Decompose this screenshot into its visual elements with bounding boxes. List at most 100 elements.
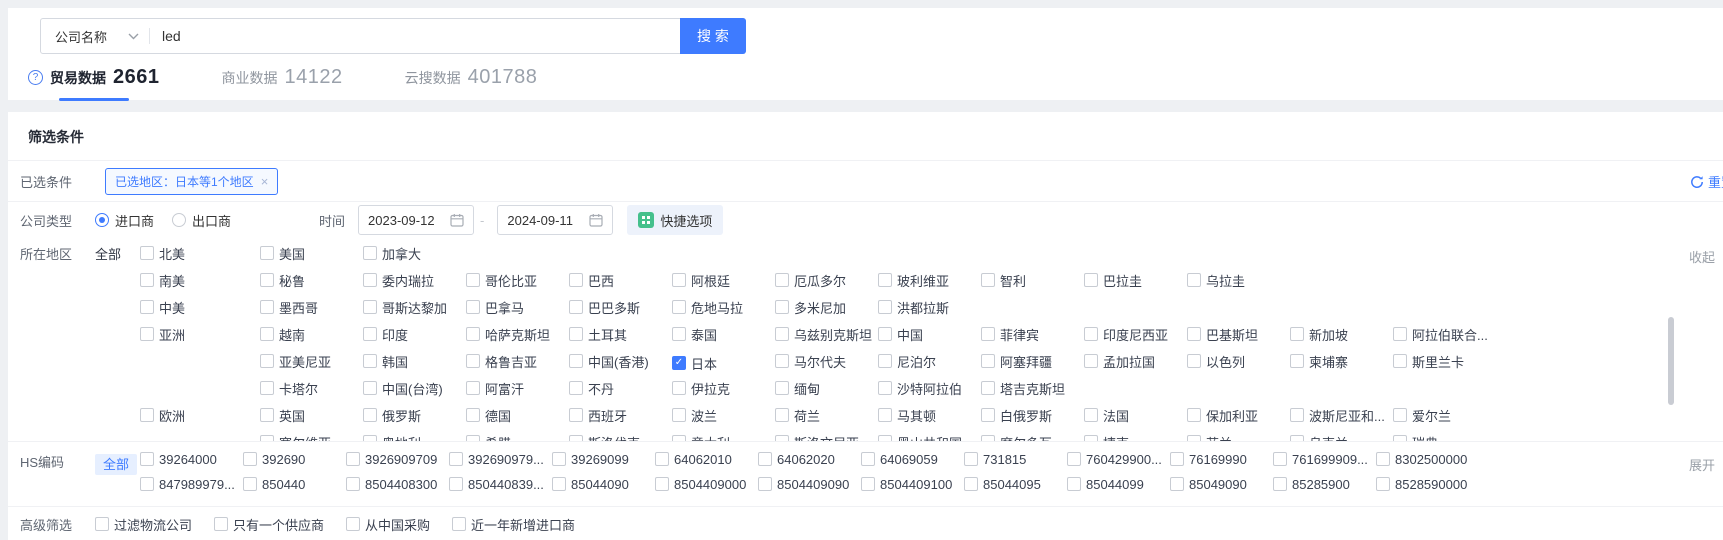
hs-code-option[interactable]: 8504408300 — [346, 477, 437, 492]
region-option[interactable]: 奥地利 — [363, 433, 421, 441]
hs-code-option[interactable]: 64062010 — [655, 452, 732, 467]
region-option[interactable]: 荷兰 — [775, 406, 820, 425]
hs-code-option[interactable]: 8504409100 — [861, 477, 952, 492]
region-option[interactable]: 加拿大 — [363, 244, 421, 263]
region-option[interactable]: 马尔代夫 — [775, 352, 846, 371]
region-option[interactable]: 斯里兰卡 — [1393, 352, 1464, 371]
region-option[interactable]: 越南 — [260, 325, 305, 344]
hs-code-option[interactable]: 8302500000 — [1376, 452, 1467, 467]
scrollbar-thumb[interactable] — [1668, 317, 1674, 405]
region-option[interactable]: 智利 — [981, 271, 1026, 290]
region-option[interactable]: 以色列 — [1187, 352, 1245, 371]
region-option[interactable]: 沙特阿拉伯 — [878, 379, 962, 398]
region-option[interactable]: 哥伦比亚 — [466, 271, 537, 290]
hs-code-option[interactable]: 85049090 — [1170, 477, 1247, 492]
region-option[interactable]: 爱尔兰 — [1393, 406, 1451, 425]
region-option[interactable]: 哥斯达黎加 — [363, 298, 447, 317]
region-option[interactable]: 卡塔尔 — [260, 379, 318, 398]
region-option[interactable]: 格鲁吉亚 — [466, 352, 537, 371]
region-all-button[interactable]: 全部 — [95, 241, 140, 441]
region-option[interactable]: 中国(香港) — [569, 352, 649, 371]
hs-code-option[interactable]: 3926909709 — [346, 452, 437, 467]
region-option[interactable]: 土耳其 — [569, 325, 627, 344]
region-option[interactable]: 阿根廷 — [672, 271, 730, 290]
search-input[interactable] — [150, 19, 681, 53]
hs-code-option[interactable]: 8504409090 — [758, 477, 849, 492]
radio-importer[interactable]: 进口商 — [95, 211, 154, 230]
region-option[interactable]: ✓日本 — [672, 354, 717, 373]
region-option[interactable]: 保加利亚 — [1187, 406, 1258, 425]
region-option[interactable]: 墨西哥 — [260, 298, 318, 317]
region-option[interactable]: 塞尔维亚 — [260, 433, 331, 441]
hs-all-button[interactable]: 全部 — [95, 451, 140, 478]
region-group-option[interactable]: 中美 — [140, 298, 185, 317]
region-option[interactable]: 厄瓜多尔 — [775, 271, 846, 290]
region-option[interactable]: 斯洛伐克 — [569, 433, 640, 441]
region-group-option[interactable]: 欧洲 — [140, 406, 185, 425]
region-option[interactable]: 多米尼加 — [775, 298, 846, 317]
hs-code-option[interactable]: 392690979... — [449, 452, 544, 467]
hs-code-option[interactable]: 76169990 — [1170, 452, 1247, 467]
region-option[interactable]: 俄罗斯 — [363, 406, 421, 425]
hs-code-option[interactable]: 64069059 — [861, 452, 938, 467]
region-option[interactable]: 新加坡 — [1290, 325, 1348, 344]
region-option[interactable]: 西班牙 — [569, 406, 627, 425]
hs-code-option[interactable]: 731815 — [964, 452, 1026, 467]
region-option[interactable]: 希腊 — [466, 433, 511, 441]
hs-code-option[interactable]: 85044090 — [552, 477, 629, 492]
region-option[interactable]: 巴拉圭 — [1084, 271, 1142, 290]
tab-trade-data[interactable]: ? 贸易数据 2661 — [28, 66, 160, 101]
tab-cloud-search-data[interactable]: 云搜数据 401788 — [405, 66, 538, 101]
region-option[interactable]: 危地马拉 — [672, 298, 743, 317]
region-option[interactable]: 马其顿 — [878, 406, 936, 425]
hs-code-option[interactable]: 761699909... — [1273, 452, 1368, 467]
region-option[interactable]: 巴基斯坦 — [1187, 325, 1258, 344]
region-option[interactable]: 伊拉克 — [672, 379, 730, 398]
hs-code-option[interactable]: 8504409000 — [655, 477, 746, 492]
region-option[interactable]: 缅甸 — [775, 379, 820, 398]
tab-business-data[interactable]: 商业数据 14122 — [222, 66, 343, 101]
region-option[interactable]: 印度 — [363, 325, 408, 344]
region-option[interactable]: 尼泊尔 — [878, 352, 936, 371]
radio-exporter[interactable]: 出口商 — [172, 211, 231, 230]
region-option[interactable]: 德国 — [466, 406, 511, 425]
hs-code-option[interactable]: 850440 — [243, 477, 305, 492]
region-option[interactable]: 美国 — [260, 244, 305, 263]
region-option[interactable]: 中国(台湾) — [363, 379, 443, 398]
hs-code-option[interactable]: 8528590000 — [1376, 477, 1467, 492]
hs-code-option[interactable]: 39264000 — [140, 452, 217, 467]
region-option[interactable]: 白俄罗斯 — [981, 406, 1052, 425]
region-option[interactable]: 委内瑞拉 — [363, 271, 434, 290]
region-option[interactable]: 阿拉伯联合... — [1393, 325, 1488, 344]
region-group-option[interactable]: 北美 — [140, 244, 185, 263]
region-option[interactable]: 韩国 — [363, 352, 408, 371]
hs-code-option[interactable]: 392690 — [243, 452, 305, 467]
region-option[interactable]: 波兰 — [672, 406, 717, 425]
region-option[interactable]: 中国 — [878, 325, 923, 344]
region-group-option[interactable]: 亚洲 — [140, 325, 185, 344]
hs-code-option[interactable]: 760429900... — [1067, 452, 1162, 467]
date-from-input[interactable]: 2023-09-12 — [358, 205, 474, 235]
region-option[interactable]: 意大利 — [672, 433, 730, 441]
expand-link[interactable]: 展开 — [1689, 455, 1715, 474]
region-option[interactable]: 不丹 — [569, 379, 614, 398]
region-group-option[interactable]: 南美 — [140, 271, 185, 290]
region-option[interactable]: 黑山共和国 — [878, 433, 962, 441]
region-option[interactable]: 塔吉克斯坦 — [981, 379, 1065, 398]
region-option[interactable]: 乌兹别克斯坦 — [775, 325, 872, 344]
region-option[interactable]: 法国 — [1084, 406, 1129, 425]
advanced-option[interactable]: 近一年新增进口商 — [452, 515, 575, 534]
region-option[interactable]: 乌克兰 — [1290, 433, 1348, 441]
hs-code-option[interactable]: 39269099 — [552, 452, 629, 467]
date-to-input[interactable]: 2024-09-11 — [497, 205, 613, 235]
region-option[interactable]: 玻利维亚 — [878, 271, 949, 290]
region-option[interactable]: 阿富汗 — [466, 379, 524, 398]
region-option[interactable]: 斯洛文尼亚 — [775, 433, 859, 441]
advanced-option[interactable]: 从中国采购 — [346, 515, 430, 534]
region-option[interactable]: 哈萨克斯坦 — [466, 325, 550, 344]
region-option[interactable]: 英国 — [260, 406, 305, 425]
region-option[interactable]: 芬兰 — [1187, 433, 1232, 441]
region-option[interactable]: 印度尼西亚 — [1084, 325, 1168, 344]
region-option[interactable]: 阿塞拜疆 — [981, 352, 1052, 371]
region-option[interactable]: 瑞典 — [1393, 433, 1438, 441]
